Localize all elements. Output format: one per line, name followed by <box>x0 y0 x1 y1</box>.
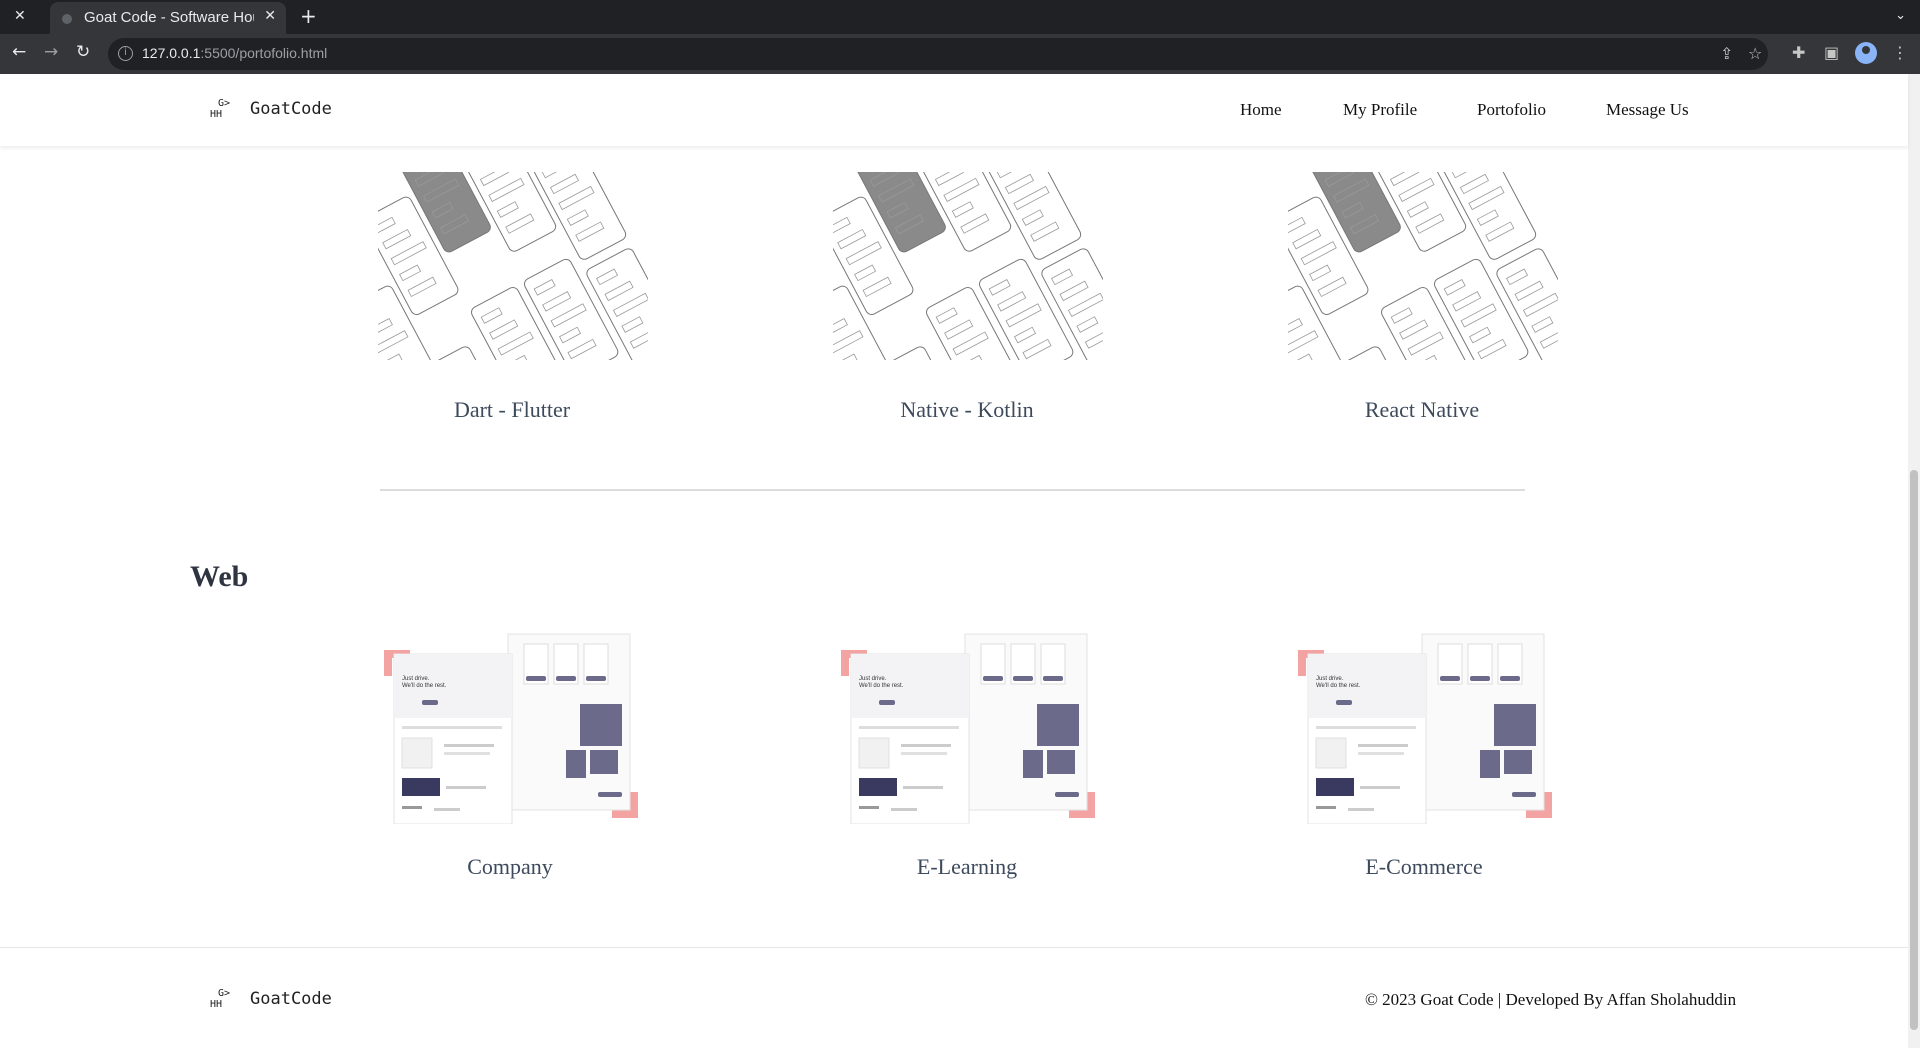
logo-icon: G> HH <box>210 988 231 1010</box>
browser-toolbar: ← → ↻ i 127.0.0.1:5500/portofolio.html ⇪… <box>0 34 1920 74</box>
menu-icon[interactable]: ⋮ <box>1892 43 1908 62</box>
site-navbar: G> HH GoatCode Home My Profile Portofoli… <box>0 74 1908 146</box>
svg-text:Just drive.: Just drive. <box>1316 676 1344 682</box>
web-portfolio-card[interactable]: Just drive. We'll do the rest. <box>841 630 1095 825</box>
footer-logo[interactable]: G> HH GoatCode <box>210 988 332 1010</box>
page-viewport: G> HH GoatCode Home My Profile Portofoli… <box>0 74 1920 1048</box>
app-wireframe-image <box>378 164 648 364</box>
info-icon[interactable]: i <box>118 46 133 61</box>
web-portfolio-card[interactable]: Just drive. We'll do the rest. <box>1298 630 1552 825</box>
svg-text:We'll do the rest.: We'll do the rest. <box>859 683 904 689</box>
browser-tab[interactable]: Goat Code - Software House ✕ <box>50 2 286 34</box>
site-logo[interactable]: G> HH GoatCode <box>210 98 332 120</box>
logo-icon: G> HH <box>210 98 231 120</box>
nav-portofolio[interactable]: Portofolio <box>1477 100 1546 120</box>
address-bar[interactable]: i 127.0.0.1:5500/portofolio.html ⇪ ☆ <box>108 38 1768 70</box>
svg-text:Just drive.: Just drive. <box>859 676 887 682</box>
back-icon[interactable]: ← <box>12 42 26 62</box>
tab-title: Goat Code - Software House <box>84 9 254 26</box>
logo-text: GoatCode <box>250 989 332 1009</box>
web-portfolio-card[interactable]: Just drive. We'll do the rest. <box>384 630 638 825</box>
website-mockup-image: Just drive.We'll do the rest. <box>841 633 1095 825</box>
svg-text:Just drive.: Just drive. <box>402 676 430 682</box>
web-section-heading: Web <box>190 560 249 593</box>
side-panel-icon[interactable]: ▣ <box>1824 43 1839 62</box>
scrollbar-thumb[interactable] <box>1910 470 1918 1030</box>
svg-text:We'll do the rest.: We'll do the rest. <box>1316 683 1361 689</box>
section-divider <box>380 489 1525 491</box>
mobile-portfolio-title: Dart - Flutter <box>453 397 571 422</box>
extensions-icon[interactable]: ✚ <box>1792 43 1805 62</box>
mobile-portfolio-card[interactable] <box>1288 164 1558 364</box>
site-footer: G> HH GoatCode © 2023 Goat Code | Develo… <box>0 947 1908 1048</box>
page-scrollbar[interactable] <box>1908 74 1920 1048</box>
website-mockup-image: Just drive.We'll do the rest. <box>384 633 638 825</box>
share-icon[interactable]: ⇪ <box>1720 44 1733 63</box>
mobile-portfolio-card[interactable] <box>833 164 1103 364</box>
favicon-icon <box>62 14 72 24</box>
tab-close-icon[interactable]: ✕ <box>264 8 276 24</box>
web-portfolio-title: Company <box>467 854 553 879</box>
website-mockup-image: Just drive.We'll do the rest. <box>1298 633 1552 825</box>
new-tab-icon[interactable]: + <box>300 4 317 28</box>
app-wireframe-image <box>833 164 1103 364</box>
logo-text: GoatCode <box>250 99 332 119</box>
url-text[interactable]: 127.0.0.1:5500/portofolio.html <box>142 45 327 61</box>
svg-text:We'll do the rest.: We'll do the rest. <box>402 683 447 689</box>
web-portfolio-title: E-Commerce <box>1365 854 1483 879</box>
chevron-down-icon[interactable]: ⌄ <box>1895 8 1906 23</box>
nav-message-us[interactable]: Message Us <box>1606 100 1689 120</box>
mobile-portfolio-card[interactable] <box>378 164 648 364</box>
mobile-portfolio-title: React Native <box>1364 397 1480 422</box>
app-wireframe-image <box>1288 164 1558 364</box>
forward-icon[interactable]: → <box>44 42 58 62</box>
nav-my-profile[interactable]: My Profile <box>1343 100 1417 120</box>
mobile-portfolio-title: Native - Kotlin <box>900 397 1034 422</box>
nav-home[interactable]: Home <box>1240 100 1282 120</box>
profile-avatar[interactable] <box>1855 42 1877 64</box>
web-portfolio-title: E-Learning <box>916 854 1018 879</box>
star-icon[interactable]: ☆ <box>1748 44 1762 63</box>
reload-icon[interactable]: ↻ <box>76 42 90 62</box>
close-icon[interactable]: ✕ <box>14 8 26 24</box>
browser-tab-bar: ✕ Goat Code - Software House ✕ + ⌄ <box>0 0 1920 34</box>
copyright-text: © 2023 Goat Code | Developed By Affan Sh… <box>1365 990 1737 1009</box>
